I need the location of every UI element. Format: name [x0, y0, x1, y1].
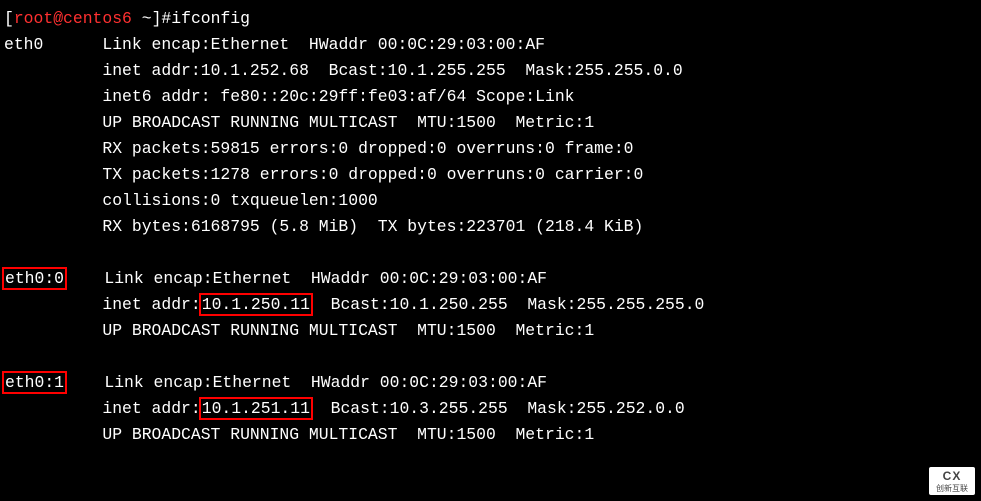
- output-line: UP BROADCAST RUNNING MULTICAST MTU:1500 …: [4, 318, 981, 344]
- watermark-small: 创新互联: [936, 483, 968, 494]
- output-line: eth0:1 Link encap:Ethernet HWaddr 00:0C:…: [4, 370, 981, 396]
- ip-address-highlight: 10.1.250.11: [199, 293, 313, 316]
- ip-address: 10.1.252.68: [201, 61, 309, 80]
- output-line: collisions:0 txqueuelen:1000: [4, 188, 981, 214]
- prompt-path: ~: [142, 9, 152, 28]
- prompt-user: root@centos6: [14, 9, 132, 28]
- interface-name-highlight: eth0:0: [2, 267, 67, 290]
- interface-name: eth0: [4, 35, 43, 54]
- prompt-close: ]#: [152, 9, 172, 28]
- output-line: inet addr:10.1.250.11 Bcast:10.1.250.255…: [4, 292, 981, 318]
- output-line: TX packets:1278 errors:0 dropped:0 overr…: [4, 162, 981, 188]
- output-line: RX packets:59815 errors:0 dropped:0 over…: [4, 136, 981, 162]
- blank-line: [4, 240, 981, 266]
- prompt-open: [: [4, 9, 14, 28]
- output-line: eth0:0 Link encap:Ethernet HWaddr 00:0C:…: [4, 266, 981, 292]
- watermark-logo: CX 创新互联: [929, 467, 975, 495]
- ip-address-highlight: 10.1.251.11: [199, 397, 313, 420]
- output-line: eth0 Link encap:Ethernet HWaddr 00:0C:29…: [4, 32, 981, 58]
- output-line: RX bytes:6168795 (5.8 MiB) TX bytes:2237…: [4, 214, 981, 240]
- watermark-big: CX: [943, 469, 962, 483]
- output-line: UP BROADCAST RUNNING MULTICAST MTU:1500 …: [4, 422, 981, 448]
- output-line: inet addr:10.1.251.11 Bcast:10.3.255.255…: [4, 396, 981, 422]
- output-line: inet addr:10.1.252.68 Bcast:10.1.255.255…: [4, 58, 981, 84]
- output-line: UP BROADCAST RUNNING MULTICAST MTU:1500 …: [4, 110, 981, 136]
- output-line: inet6 addr: fe80::20c:29ff:fe03:af/64 Sc…: [4, 84, 981, 110]
- prompt-line: [root@centos6 ~]#ifconfig: [4, 6, 981, 32]
- interface-name-highlight: eth0:1: [2, 371, 67, 394]
- command-text: ifconfig: [171, 9, 250, 28]
- terminal-output: [root@centos6 ~]#ifconfigeth0 Link encap…: [0, 0, 981, 448]
- blank-line: [4, 344, 981, 370]
